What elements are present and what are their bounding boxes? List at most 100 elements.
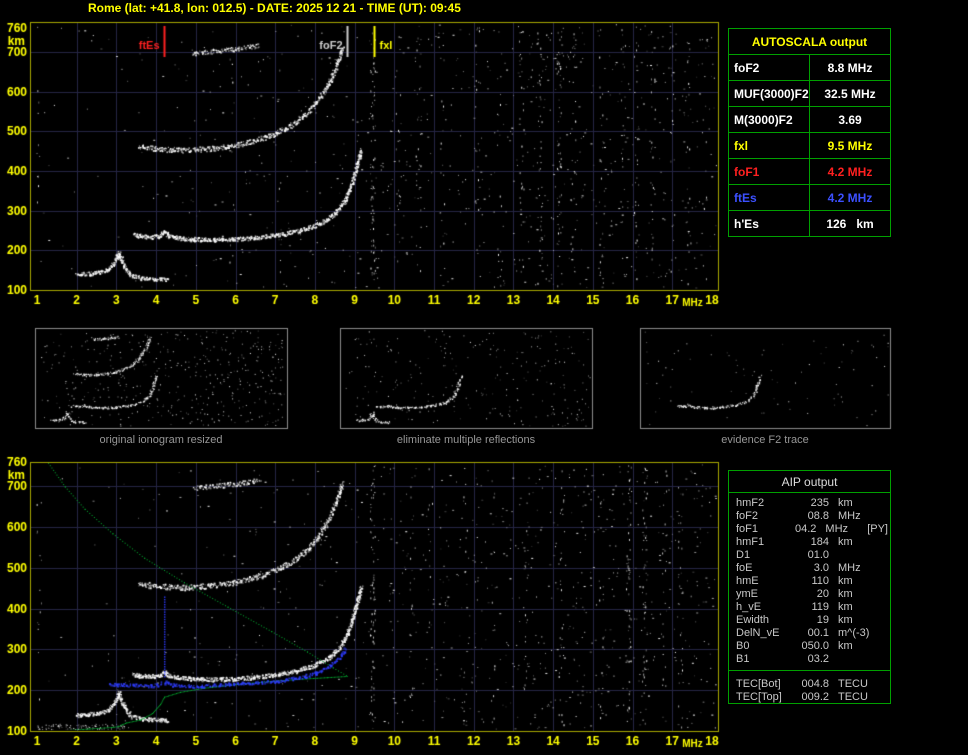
thumbnail-caption-3: evidence F2 trace	[721, 434, 809, 446]
aip-cell-v: 3.0	[813, 562, 829, 574]
autoscala-value: 9.5 MHz	[809, 132, 891, 159]
aip-cell-u: MHz	[838, 562, 861, 574]
aip-cell-n	[884, 588, 888, 601]
aip-cell-v: 235	[810, 497, 829, 509]
aip-cell-p: Ewidth	[736, 614, 770, 626]
aip-rows: hmF2 235 km foF2 08.8 MHz foF1 04.2 MHz [PY] hmF1 1…	[729, 493, 890, 666]
autoscala-param: h'Es	[728, 210, 810, 237]
aip-row: h_vE 119 km	[736, 601, 888, 614]
aip-cell-n: [PY]	[867, 523, 888, 535]
aip-cell-v: 00.1	[807, 627, 829, 639]
aip-cell-v: 04.2	[795, 523, 817, 535]
aip-row: B0 050.0 km	[736, 640, 888, 653]
aip-cell-n	[884, 562, 888, 575]
aip-cell-u: MHz	[838, 510, 861, 522]
autoscala-param: foF1	[728, 158, 810, 185]
aip-cell-u: m^(-3)	[838, 627, 870, 639]
thumbnail-evidence-f2	[640, 328, 890, 428]
aip-cell-n	[884, 640, 888, 653]
aip-cell-n	[884, 497, 888, 510]
aip-cell-v: 050.0	[801, 640, 829, 652]
aip-cell-p: DelN_vE	[736, 627, 780, 639]
autoscala-screen: Rome (lat: +41.8, lon: 012.5) - DATE: 20…	[0, 0, 968, 755]
aip-cell-p: foE	[736, 562, 753, 574]
aip-row: hmF2 235 km	[736, 497, 888, 510]
aip-cell-u: km	[838, 640, 853, 652]
aip-row: DelN_vE 00.1 m^(-3)	[736, 627, 888, 640]
aip-tec-rows: TEC[Bot] 004.8 TECU TEC[Top] 009.2 TECU	[729, 674, 890, 704]
aip-row: ymE 20 km	[736, 588, 888, 601]
aip-cell-p: hmE	[736, 575, 759, 587]
aip-row: hmF1 184 km	[736, 536, 888, 549]
aip-cell-p: D1	[736, 549, 751, 561]
aip-cell-p: TEC[Top]	[736, 691, 782, 703]
aip-cell-v: 110	[811, 575, 829, 587]
aip-cell-p: hmF2	[736, 497, 765, 509]
aip-cell-n	[884, 536, 888, 549]
autoscala-param: fxl	[728, 132, 810, 159]
aip-cell-n	[884, 510, 888, 523]
aip-output-table: AIP output hmF2 235 km foF2 08.8 MHz foF1 04.2 M…	[728, 470, 891, 704]
aip-cell-n	[884, 627, 888, 640]
aip-row: Ewidth 19 km	[736, 614, 888, 627]
aip-cell-u: km	[838, 601, 853, 613]
autoscala-param: foF2	[728, 54, 810, 81]
aip-row: foF1 04.2 MHz [PY]	[736, 523, 888, 536]
aip-cell-p: B0	[736, 640, 750, 652]
main-ionogram-plot	[30, 22, 718, 290]
aip-cell-u: km	[838, 614, 853, 626]
aip-cell-p: foF1	[736, 523, 759, 535]
autoscala-table-header: AUTOSCALA output	[728, 28, 891, 55]
aip-table-header: AIP output	[729, 471, 890, 493]
autoscala-row: foF1 4.2 MHz	[728, 158, 891, 185]
autoscala-row: foF2 8.8 MHz	[728, 54, 891, 81]
aip-cell-n	[884, 614, 888, 627]
aip-cell-v: 08.8	[807, 510, 829, 522]
aip-cell-n	[884, 601, 888, 614]
autoscala-row: fxl 9.5 MHz	[728, 132, 891, 159]
aip-row: hmE 110 km	[736, 575, 888, 588]
aip-separator	[729, 670, 890, 671]
autoscala-param: ftEs	[728, 184, 810, 211]
autoscala-param: M(3000)F2	[728, 106, 810, 133]
aip-cell-u: km	[838, 588, 853, 600]
aip-row: B1 03.2	[736, 653, 888, 666]
aip-cell-u	[829, 549, 884, 562]
aip-cell-u: km	[838, 575, 853, 587]
aip-cell-n	[884, 653, 888, 666]
autoscala-value: 4.2 MHz	[809, 158, 891, 185]
autoscala-value: 126 km	[809, 210, 891, 237]
aip-row: D1 01.0	[736, 549, 888, 562]
aip-cell-v: 119	[811, 601, 829, 613]
aip-row: TEC[Bot] 004.8 TECU	[736, 678, 888, 691]
autoscala-value: 8.8 MHz	[809, 54, 891, 81]
autoscala-output-table: AUTOSCALA output foF2 8.8 MHz MUF(3000)F2 3…	[728, 28, 891, 237]
thumbnail-original-ionogram	[35, 328, 287, 428]
aip-cell-v: 01.0	[807, 549, 829, 561]
aip-cell-p: hmF1	[736, 536, 765, 548]
autoscala-value: 4.2 MHz	[809, 184, 891, 211]
aip-cell-p: ymE	[736, 588, 758, 600]
thumbnail-eliminate-multiples	[340, 328, 592, 428]
autoscala-value: 32.5 MHz	[809, 80, 891, 107]
autoscala-row: ftEs 4.2 MHz	[728, 184, 891, 211]
aip-cell-n	[884, 549, 888, 562]
aip-cell-u: TECU	[838, 678, 868, 690]
aip-cell-u: km	[838, 497, 853, 509]
thumbnail-caption-2: eliminate multiple reflections	[396, 434, 536, 446]
aip-cell-v: 009.2	[801, 691, 829, 703]
title-bar: Rome (lat: +41.8, lon: 012.5) - DATE: 20…	[88, 1, 461, 15]
aip-cell-p: TEC[Bot]	[736, 678, 781, 690]
autoscala-param: MUF(3000)F2	[728, 80, 810, 107]
aip-cell-p: foF2	[736, 510, 759, 522]
autoscala-row: M(3000)F2 3.69	[728, 106, 891, 133]
aip-cell-u	[829, 653, 884, 666]
aip-cell-n	[884, 691, 888, 704]
profile-ionogram-plot	[30, 462, 718, 731]
aip-row: TEC[Top] 009.2 TECU	[736, 691, 888, 704]
aip-row: foF2 08.8 MHz	[736, 510, 888, 523]
aip-cell-u: km	[838, 536, 853, 548]
aip-cell-v: 03.2	[807, 653, 829, 665]
thumbnail-caption-1: original ionogram resized	[99, 434, 223, 446]
aip-cell-v: 19	[816, 614, 829, 626]
